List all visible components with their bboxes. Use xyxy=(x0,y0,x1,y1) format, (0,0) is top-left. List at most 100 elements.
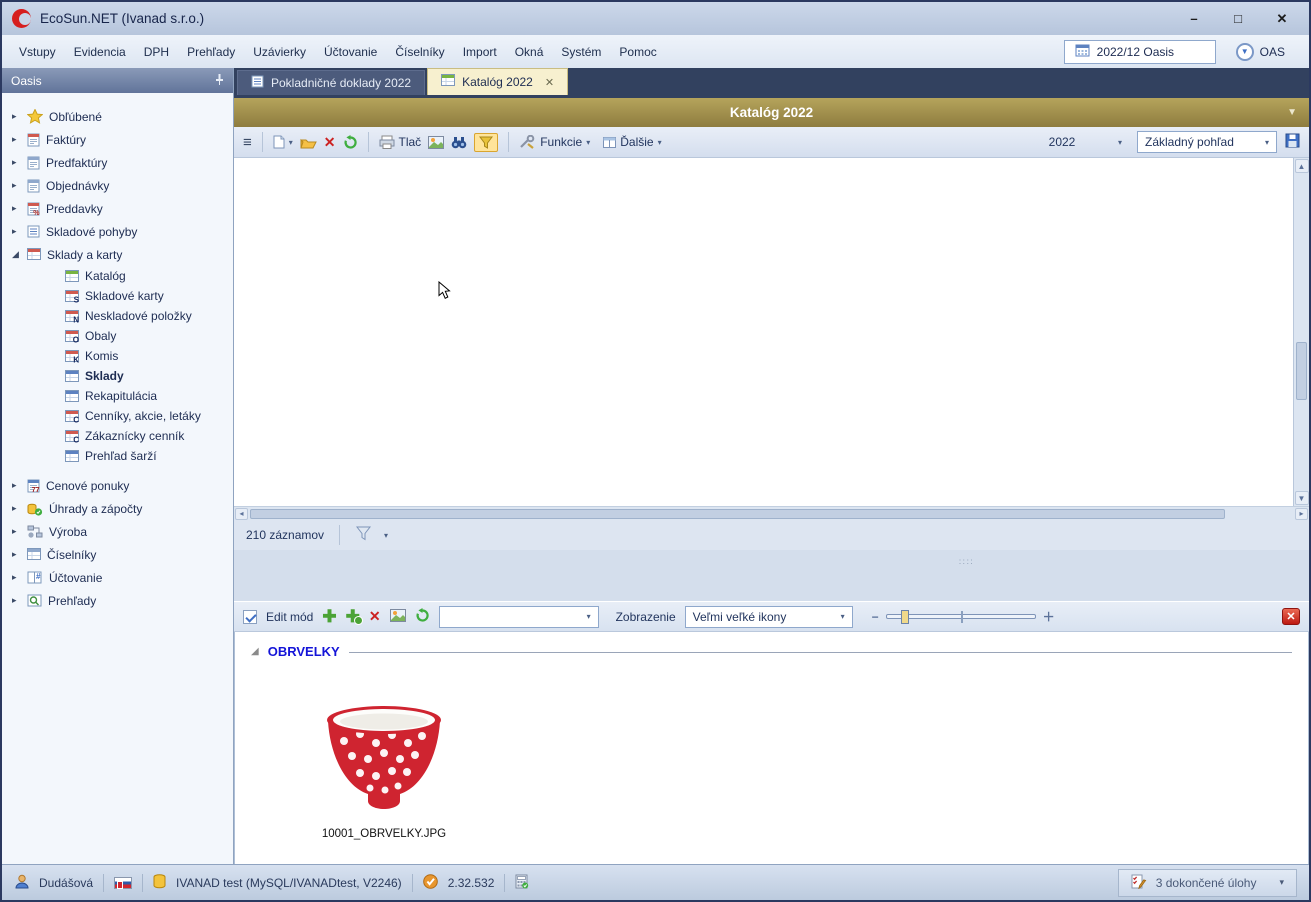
more-button[interactable]: Ďalšie▾ xyxy=(603,135,661,149)
zoom-slider[interactable]: − ＋ xyxy=(872,608,1055,625)
save-view-button[interactable] xyxy=(1285,133,1300,151)
menu-uctovanie[interactable]: Účtovanie xyxy=(315,41,386,63)
period-selector[interactable]: 2022/12 Oasis xyxy=(1064,40,1216,64)
close-panel-button[interactable]: ✕ xyxy=(1282,608,1300,625)
remove-image-button[interactable]: ✕ xyxy=(369,608,381,625)
user-icon xyxy=(14,874,29,892)
search-button[interactable] xyxy=(451,136,467,149)
sidebar-item-sklady[interactable]: Sklady xyxy=(6,366,233,386)
maximize-button[interactable]: □ xyxy=(1231,11,1245,27)
add-image-button[interactable]: ✚ xyxy=(322,610,336,624)
sidebar-item-uctovanie[interactable]: ▸#Účtovanie xyxy=(6,566,233,589)
icon-size-combo[interactable]: Veľmi veľké ikony▾ xyxy=(685,606,853,628)
sidebar-item-sklady-a-karty[interactable]: ◢Sklady a karty xyxy=(6,243,233,266)
pin-icon[interactable] xyxy=(215,74,224,88)
menu-evidencia[interactable]: Evidencia xyxy=(65,41,135,63)
scroll-left-icon[interactable]: ◂ xyxy=(235,508,248,520)
print-button[interactable]: Tlač xyxy=(379,135,422,149)
sidebar-item-label: Skladové pohyby xyxy=(46,225,137,239)
sidebar-item-cenniky-akcie-letaky[interactable]: CCenníky, akcie, letáky xyxy=(6,406,233,426)
zobrazenie-label: Zobrazenie xyxy=(616,610,676,624)
functions-button[interactable]: Funkcie▾ xyxy=(519,135,590,149)
sidebar-item-prehlad-sarzi[interactable]: Prehľad šarží xyxy=(6,446,233,466)
image-export-button[interactable] xyxy=(428,136,444,149)
close-button[interactable]: ✕ xyxy=(1275,11,1289,27)
horizontal-scroll-thumb[interactable] xyxy=(250,509,1225,519)
sidebar-item-neskladove-polozky[interactable]: NNeskladové položky xyxy=(6,306,233,326)
view-combo[interactable]: Základný pohľad▾ xyxy=(1137,131,1277,153)
sidebar-item-faktury[interactable]: ▸Faktúry xyxy=(6,128,233,151)
grid-toolbar: ≡ ▾ ✕ Tlač Funkcie▾ xyxy=(234,127,1309,158)
sidebar-item-vyroba[interactable]: ▸Výroba xyxy=(6,520,233,543)
vertical-scroll-thumb[interactable] xyxy=(1296,342,1307,400)
filter-button[interactable] xyxy=(474,133,498,152)
calculator-check-icon[interactable] xyxy=(515,874,529,892)
image-filter-combo[interactable]: ▾ xyxy=(439,606,599,628)
image-caption: 10001_OBRVELKY.JPG xyxy=(309,828,459,840)
filter-funnel-icon[interactable] xyxy=(355,526,372,544)
new-record-button[interactable]: ▾ xyxy=(273,135,293,149)
sidebar-item-predfaktury[interactable]: ▸Predfaktúry xyxy=(6,151,233,174)
tab-close-icon[interactable]: ✕ xyxy=(545,76,554,89)
vertical-scrollbar[interactable]: ▲ ▼ xyxy=(1293,158,1309,506)
scroll-up-icon[interactable]: ▲ xyxy=(1295,159,1309,173)
sidebar-item-skladove-pohyby[interactable]: ▸Skladové pohyby xyxy=(6,220,233,243)
sidebar-item-prehlady[interactable]: ▸Prehľady xyxy=(6,589,233,612)
scroll-down-icon[interactable]: ▼ xyxy=(1295,491,1309,505)
tab-pokladnicne-doklady-2022[interactable]: Pokladničné doklady 2022 xyxy=(237,70,425,95)
zoom-slider-thumb[interactable] xyxy=(901,610,909,624)
menu-vstupy[interactable]: Vstupy xyxy=(10,41,65,63)
sidebar-item-rekapitulacia[interactable]: Rekapitulácia xyxy=(6,386,233,406)
image-thumbnail[interactable]: 10001_OBRVELKY.JPG xyxy=(309,701,459,840)
menu-ciselniky[interactable]: Číselníky xyxy=(386,41,453,63)
add-image-plus-button[interactable]: ✚ xyxy=(346,610,360,624)
slovak-flag-icon[interactable] xyxy=(114,877,132,889)
expander-collapsed-icon: ▸ xyxy=(12,503,27,514)
year-combo[interactable]: 2022▾ xyxy=(999,131,1129,153)
oas-button[interactable]: ▼ OAS xyxy=(1236,43,1285,61)
sidebar-item-preddavky[interactable]: ▸%Preddavky xyxy=(6,197,233,220)
menu-import[interactable]: Import xyxy=(454,41,506,63)
sidebar-item-cenove-ponuky[interactable]: ▸77Cenové ponuky xyxy=(6,474,233,497)
sidebar-item-komis[interactable]: KKomis xyxy=(6,346,233,366)
menu-prehlady[interactable]: Prehľady xyxy=(178,41,244,63)
delete-button[interactable]: ✕ xyxy=(324,134,336,151)
scroll-right-icon[interactable]: ▸ xyxy=(1295,508,1308,520)
tasks-dropdown-icon[interactable]: ▾ xyxy=(1279,877,1284,888)
menu-uzavierky[interactable]: Uzávierky xyxy=(244,41,315,63)
sidebar-item-objednavky[interactable]: ▸Objednávky xyxy=(6,174,233,197)
sidebar-item-obaly[interactable]: OObaly xyxy=(6,326,233,346)
refresh-button[interactable] xyxy=(343,135,358,150)
tab-katalog-2022[interactable]: Katalóg 2022✕ xyxy=(427,68,568,95)
tasks-button[interactable]: 3 dokončené úlohy ▾ xyxy=(1118,869,1297,897)
new-record-dropdown-icon[interactable]: ▾ xyxy=(289,138,293,147)
zoom-slider-track[interactable] xyxy=(886,614,1036,619)
sidebar-item-ciselniky[interactable]: ▸Číselníky xyxy=(6,543,233,566)
sidebar-item-uhrady-a-zapocty[interactable]: ▸Úhrady a zápočty xyxy=(6,497,233,520)
refresh-images-button[interactable] xyxy=(415,608,430,626)
panel-splitter[interactable]: ∷∷ xyxy=(234,550,1309,574)
image-group-row[interactable]: ◢ OBRVELKY xyxy=(251,644,1292,659)
menu-system[interactable]: Systém xyxy=(552,41,610,63)
open-button[interactable] xyxy=(300,136,317,149)
group-collapse-icon[interactable]: ◢ xyxy=(251,646,259,657)
group-label: OBRVELKY xyxy=(268,644,340,659)
horizontal-scrollbar[interactable]: ◂ ▸ xyxy=(234,506,1309,520)
sidebar-item-oblubene[interactable]: ▸Obľúbené xyxy=(6,105,233,128)
menu-pomoc[interactable]: Pomoc xyxy=(610,41,665,63)
picture-button[interactable] xyxy=(390,609,406,625)
minimize-button[interactable]: – xyxy=(1187,11,1201,27)
menu-dph[interactable]: DPH xyxy=(135,41,178,63)
vertical-scroll-track[interactable] xyxy=(1294,174,1309,490)
sidebar-item-skladove-karty[interactable]: SSkladové karty xyxy=(6,286,233,306)
tblK-icon: K xyxy=(65,350,79,363)
edit-mode-checkbox[interactable] xyxy=(243,610,257,624)
menu-okna[interactable]: Okná xyxy=(506,41,553,63)
zoom-out-icon[interactable]: − xyxy=(872,610,879,624)
filter-dropdown-icon[interactable]: ▾ xyxy=(384,531,388,540)
menu-toggle-icon[interactable]: ≡ xyxy=(243,134,252,151)
sidebar-item-zakaznicky-cennik[interactable]: CZákaznícky cenník xyxy=(6,426,233,446)
zoom-in-icon[interactable]: ＋ xyxy=(1043,608,1055,625)
sidebar-item-katalog[interactable]: Katalóg xyxy=(6,266,233,286)
view-title-dropdown-icon[interactable]: ▼ xyxy=(1287,107,1297,118)
